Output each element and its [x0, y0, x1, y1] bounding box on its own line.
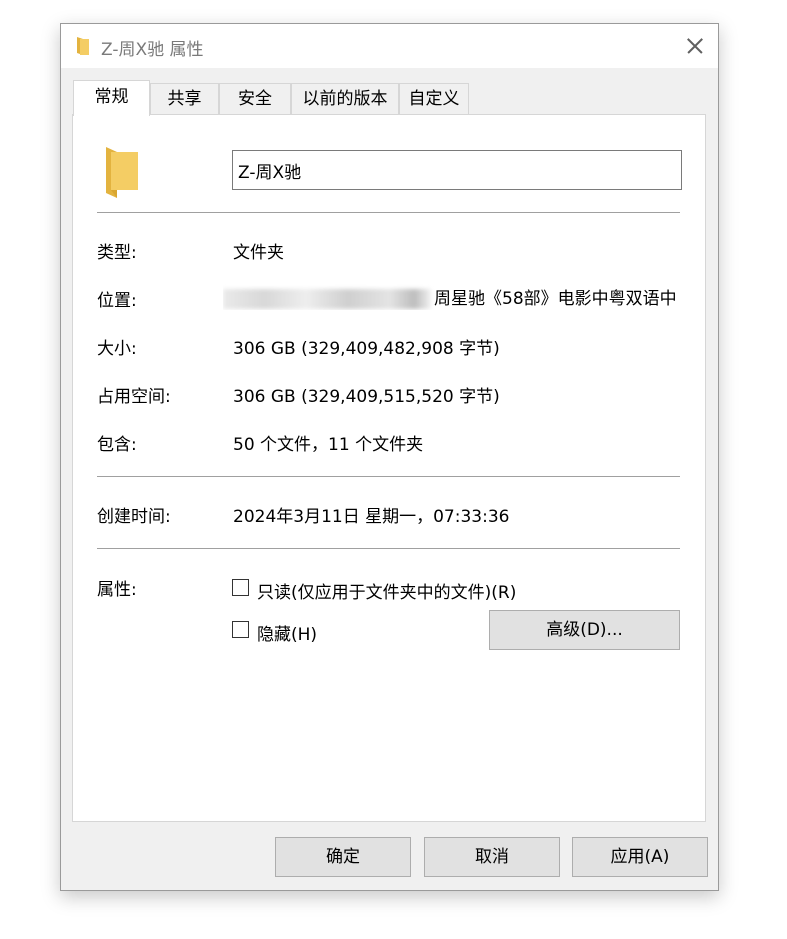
folder-name-input[interactable]: [232, 150, 682, 190]
type-value: 文件夹: [233, 243, 284, 263]
folder-large-icon: [106, 147, 138, 198]
tab-security[interactable]: 安全: [219, 83, 291, 114]
size-value: 306 GB (329,409,482,908 字节): [233, 339, 500, 359]
hidden-label[interactable]: 隐藏(H): [257, 620, 317, 645]
divider-1: [97, 212, 680, 213]
tab-general[interactable]: 常规: [73, 80, 150, 116]
tab-general-label: 常规: [94, 87, 129, 107]
screenshot-page: Z-周X驰 属性 常规 共享 安全 以前的版本 自定义 类型: 文件夹 位置: …: [0, 0, 787, 939]
ok-button[interactable]: 确定: [275, 837, 411, 877]
readonly-label[interactable]: 只读(仅应用于文件夹中的文件)(R): [257, 578, 516, 603]
attributes-label: 属性:: [97, 580, 137, 600]
divider-3: [97, 548, 680, 549]
location-value-container: 周星驰《58部》电影中粤双语中: [223, 284, 683, 310]
general-tab-panel: [72, 114, 706, 822]
cancel-button[interactable]: 取消: [424, 837, 560, 877]
location-value: 周星驰《58部》电影中粤双语中: [434, 289, 677, 309]
apply-button[interactable]: 应用(A): [572, 837, 708, 877]
tab-sharing[interactable]: 共享: [150, 83, 219, 114]
readonly-checkbox[interactable]: [232, 579, 249, 596]
redacted-path: [223, 289, 431, 309]
created-label: 创建时间:: [97, 507, 171, 527]
tab-sharing-label: 共享: [167, 89, 202, 109]
tab-previous-versions-label: 以前的版本: [302, 89, 388, 109]
contains-label: 包含:: [97, 435, 137, 455]
disk-size-value: 306 GB (329,409,515,520 字节): [233, 387, 500, 407]
location-label: 位置:: [97, 291, 137, 311]
created-value: 2024年3月11日 星期一，07:33:36: [233, 507, 510, 527]
tab-customize[interactable]: 自定义: [399, 83, 469, 114]
properties-dialog: Z-周X驰 属性 常规 共享 安全 以前的版本 自定义 类型: 文件夹 位置: …: [60, 23, 719, 891]
title-bar[interactable]: Z-周X驰 属性: [61, 24, 718, 68]
size-label: 大小:: [97, 339, 137, 359]
tab-customize-label: 自定义: [408, 89, 460, 109]
close-button[interactable]: [670, 24, 718, 68]
disk-size-label: 占用空间:: [97, 387, 171, 407]
window-title: Z-周X驰 属性: [101, 40, 204, 60]
hidden-checkbox[interactable]: [232, 621, 249, 638]
contains-value: 50 个文件，11 个文件夹: [233, 435, 424, 455]
divider-2: [97, 476, 680, 477]
advanced-button[interactable]: 高级(D)...: [489, 610, 680, 650]
tab-previous-versions[interactable]: 以前的版本: [291, 83, 399, 114]
type-label: 类型:: [97, 243, 137, 263]
folder-icon: [77, 37, 89, 55]
tab-security-label: 安全: [238, 89, 272, 109]
